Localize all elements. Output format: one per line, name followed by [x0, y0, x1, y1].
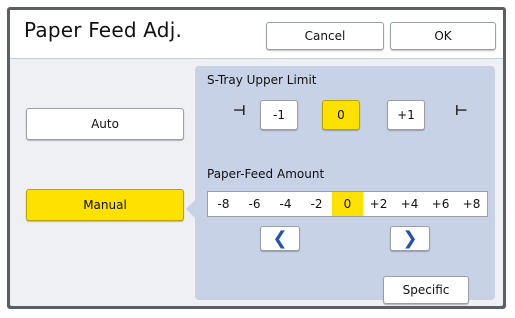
feed-value-m8[interactable]: -8 — [208, 192, 239, 216]
dialog: Paper Feed Adj. Cancel OK Auto Manual S-… — [10, 10, 503, 306]
chevron-right-icon: ❯ — [402, 228, 418, 249]
feed-value-p6[interactable]: +6 — [425, 192, 456, 216]
cancel-button[interactable]: Cancel — [266, 22, 384, 50]
limit-left-icon: ⊣ — [233, 103, 246, 119]
dialog-frame: Paper Feed Adj. Cancel OK Auto Manual S-… — [7, 7, 506, 309]
paper-feed-scale: -8 -6 -4 -2 0 +2 +4 +6 +8 — [207, 191, 488, 217]
header-bar: Paper Feed Adj. Cancel OK — [10, 10, 503, 59]
decrease-feed-button[interactable]: ❮ — [260, 226, 300, 251]
increase-feed-button[interactable]: ❯ — [390, 226, 430, 251]
s-tray-label: S-Tray Upper Limit — [207, 73, 317, 87]
limit-right-icon: ⊢ — [455, 103, 468, 119]
s-tray-plus-1-button[interactable]: +1 — [387, 100, 425, 130]
paper-feed-label: Paper-Feed Amount — [207, 167, 325, 181]
feed-value-p2[interactable]: +2 — [363, 192, 394, 216]
dialog-title: Paper Feed Adj. — [24, 18, 183, 42]
manual-button[interactable]: Manual — [26, 189, 184, 221]
auto-button[interactable]: Auto — [26, 108, 184, 140]
feed-value-m6[interactable]: -6 — [239, 192, 270, 216]
feed-value-p4[interactable]: +4 — [394, 192, 425, 216]
feed-value-p8[interactable]: +8 — [456, 192, 487, 216]
manual-settings-panel: S-Tray Upper Limit ⊣ -1 0 +1 ⊢ Paper-Fee… — [195, 66, 495, 304]
s-tray-0-button[interactable]: 0 — [322, 100, 360, 130]
chevron-left-icon: ❮ — [272, 228, 288, 249]
feed-value-0[interactable]: 0 — [332, 192, 363, 216]
specific-button[interactable]: Specific — [383, 276, 469, 304]
feed-value-m4[interactable]: -4 — [270, 192, 301, 216]
s-tray-minus-1-button[interactable]: -1 — [260, 100, 298, 130]
ok-button[interactable]: OK — [390, 22, 496, 50]
panel-pointer — [186, 200, 195, 218]
feed-value-m2[interactable]: -2 — [301, 192, 332, 216]
